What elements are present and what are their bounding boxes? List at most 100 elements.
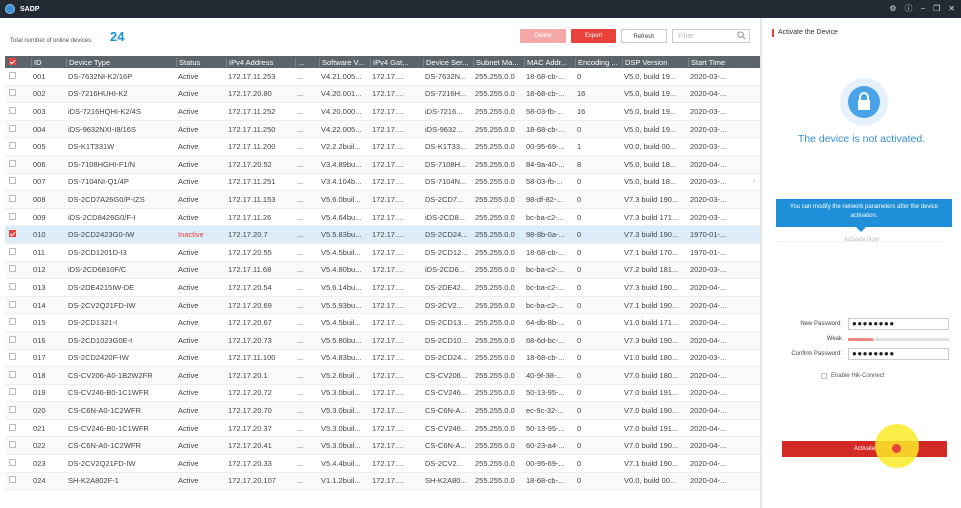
row-checkbox-cell[interactable] bbox=[5, 89, 31, 98]
activate-button[interactable]: Activate bbox=[782, 441, 947, 457]
row-checkbox-cell[interactable] bbox=[5, 177, 31, 186]
table-row[interactable]: 018 CS-CV206-A0-1B2W2FR Active 172.17.20.1.… bbox=[5, 367, 760, 385]
row-checkbox-cell[interactable] bbox=[5, 194, 31, 204]
row-checkbox-cell[interactable] bbox=[5, 335, 31, 345]
table-row[interactable]: 019 CS-CV246-B0-1C1WFR Active 172.17.20.72.… bbox=[5, 385, 760, 403]
table-row[interactable]: 001 DS-7632NI-K2/16P Active 172.17.11.253..… bbox=[5, 68, 760, 86]
table-row[interactable]: 023 DS-2CV2Q21FD-IW Active 172.17.20.33... V… bbox=[5, 455, 760, 473]
table-row[interactable]: 011 DS-2CD1201D-I3 Active 172.17.20.55... V5… bbox=[5, 244, 760, 262]
row-checkbox[interactable] bbox=[9, 71, 16, 79]
expand-arrow-icon[interactable]: › bbox=[753, 178, 755, 185]
row-checkbox[interactable] bbox=[9, 89, 16, 97]
confirm-password-input[interactable]: ●●●●●●●● bbox=[848, 348, 949, 360]
column-header[interactable]: Start Time bbox=[688, 57, 744, 67]
row-checkbox[interactable] bbox=[9, 177, 16, 185]
row-checkbox-cell[interactable] bbox=[5, 353, 31, 362]
row-checkbox-cell[interactable] bbox=[5, 106, 31, 116]
table-row[interactable]: 007 DS-7104NI-Q1/4P Active 172.17.11.251...… bbox=[5, 174, 760, 192]
column-header[interactable]: Device Ser... bbox=[423, 57, 473, 67]
row-checkbox[interactable] bbox=[9, 265, 16, 273]
row-checkbox-cell[interactable] bbox=[5, 230, 31, 239]
column-header[interactable]: ... bbox=[295, 57, 319, 67]
checkbox-icon[interactable] bbox=[9, 57, 16, 65]
row-checkbox[interactable] bbox=[9, 282, 16, 290]
row-checkbox[interactable] bbox=[9, 335, 16, 343]
table-row[interactable]: 008 DS-2CD7A26G0/P-IZS Active 172.17.11.153… bbox=[5, 191, 760, 209]
row-checkbox[interactable] bbox=[9, 212, 16, 220]
table-row[interactable]: 012 iDS-2CD6810F/C Active 172.17.11.68... V5… bbox=[5, 261, 760, 280]
column-header[interactable]: Subnet Ma... bbox=[473, 57, 524, 67]
row-checkbox[interactable] bbox=[9, 476, 16, 484]
row-checkbox-cell[interactable] bbox=[5, 71, 31, 81]
column-header[interactable]: Software V... bbox=[319, 57, 370, 67]
table-row[interactable]: 003 iDS-7216HQHI-K2/4S Active 172.17.11.252… bbox=[5, 103, 760, 121]
table-row[interactable]: 005 DS-K1T331W Active 172.17.11.200... V2.2.… bbox=[5, 138, 760, 156]
row-checkbox-cell[interactable] bbox=[5, 370, 31, 380]
row-checkbox-cell[interactable] bbox=[5, 406, 31, 415]
column-header[interactable]: ID bbox=[31, 57, 66, 67]
column-header[interactable]: DSP Version bbox=[622, 57, 688, 67]
table-row[interactable]: 006 DS-7108HGHI-F1/N Active 172.17.20.52...… bbox=[5, 155, 760, 174]
row-checkbox-cell[interactable] bbox=[5, 124, 31, 134]
minimize-icon[interactable]: − bbox=[920, 3, 925, 15]
row-checkbox[interactable] bbox=[9, 106, 16, 114]
row-checkbox[interactable] bbox=[9, 388, 16, 396]
table-row[interactable]: 009 iDS-2CD8426G0/F-I Active 172.17.11.26..… bbox=[5, 209, 760, 227]
row-checkbox[interactable] bbox=[9, 353, 16, 361]
row-checkbox[interactable] bbox=[9, 441, 16, 449]
table-row[interactable]: 015 DS-2CD1321-I Active 172.17.20.67... V5.4… bbox=[5, 314, 760, 332]
column-header[interactable]: Device Type bbox=[66, 57, 176, 67]
row-checkbox[interactable] bbox=[9, 142, 16, 150]
column-header[interactable]: IPv4 Address bbox=[226, 57, 295, 67]
row-checkbox-cell[interactable] bbox=[5, 441, 31, 450]
new-password-input[interactable]: ●●●●●●●● bbox=[848, 318, 949, 330]
row-checkbox[interactable] bbox=[9, 300, 16, 308]
column-header[interactable]: MAC Addr... bbox=[524, 57, 575, 67]
info-icon[interactable]: ⓘ bbox=[904, 3, 912, 15]
table-row[interactable]: 021 CS-CV246-B0-1C1WFR Active 172.17.20.37.… bbox=[5, 420, 760, 438]
row-checkbox-cell[interactable] bbox=[5, 423, 31, 433]
table-row[interactable]: 010 DS-2CD2423G0-IW Inactive 172.17.20.7...… bbox=[5, 226, 760, 244]
row-checkbox[interactable] bbox=[9, 458, 16, 466]
row-checkbox[interactable] bbox=[9, 370, 16, 378]
table-row[interactable]: 024 SH-K2A802F-1 Active 172.17.20.107... V1.… bbox=[5, 472, 760, 491]
row-checkbox-cell[interactable] bbox=[5, 476, 31, 485]
settings-gear-icon[interactable]: ⚙ bbox=[889, 3, 896, 15]
table-row[interactable]: 016 DS-2CD1023G0E-I Active 172.17.20.73... V… bbox=[5, 331, 760, 350]
row-checkbox-cell[interactable] bbox=[5, 300, 31, 310]
row-checkbox[interactable] bbox=[9, 247, 16, 255]
row-checkbox[interactable] bbox=[9, 230, 16, 238]
table-row[interactable]: 022 CS-C6N-A0-1C2WFR Active 172.17.20.41...… bbox=[5, 437, 760, 456]
row-checkbox-cell[interactable] bbox=[5, 282, 31, 292]
row-checkbox[interactable] bbox=[9, 159, 16, 167]
export-button[interactable]: Export bbox=[571, 29, 616, 43]
column-header[interactable]: IPv4 Gat... bbox=[370, 57, 423, 67]
row-checkbox[interactable] bbox=[9, 406, 16, 414]
close-icon[interactable]: ✕ bbox=[948, 3, 955, 15]
column-header[interactable]: Encoding ... bbox=[575, 57, 622, 67]
table-row[interactable]: 020 CS-C6N-A0-1C2WFR Active 172.17.20.70...… bbox=[5, 402, 760, 420]
table-row[interactable]: 014 DS-2CV2Q21FD-IW Active 172.17.20.69... V… bbox=[5, 296, 760, 315]
table-row[interactable]: 017 DS-2CD2420F-IW Active 172.17.11.100... V… bbox=[5, 350, 760, 368]
table-row[interactable]: 004 iDS-9632NXI-I8/16S Active 172.17.11.250… bbox=[5, 120, 760, 139]
filter-input[interactable]: Filter bbox=[672, 29, 750, 43]
row-checkbox-cell[interactable] bbox=[5, 142, 31, 151]
row-checkbox-cell[interactable] bbox=[5, 318, 31, 327]
select-all-checkbox[interactable] bbox=[5, 57, 31, 67]
row-checkbox[interactable] bbox=[9, 124, 16, 132]
hik-connect-checkbox[interactable] bbox=[821, 373, 827, 379]
column-header[interactable]: Status bbox=[176, 57, 226, 67]
restore-icon[interactable]: ❐ bbox=[933, 3, 940, 15]
search-icon[interactable] bbox=[737, 31, 746, 40]
row-checkbox-cell[interactable] bbox=[5, 388, 31, 397]
row-checkbox[interactable] bbox=[9, 423, 16, 431]
row-checkbox-cell[interactable] bbox=[5, 265, 31, 274]
refresh-button[interactable]: Refresh bbox=[621, 29, 667, 43]
row-checkbox-cell[interactable] bbox=[5, 159, 31, 169]
row-checkbox[interactable] bbox=[9, 194, 16, 202]
row-checkbox-cell[interactable] bbox=[5, 247, 31, 257]
table-row[interactable]: 002 DS-7216HUHI-K2 Active 172.17.20.80... V4… bbox=[5, 85, 760, 104]
row-checkbox-cell[interactable] bbox=[5, 458, 31, 468]
hik-connect-option[interactable]: Enable Hik-Connect bbox=[821, 373, 884, 379]
row-checkbox[interactable] bbox=[9, 318, 16, 326]
